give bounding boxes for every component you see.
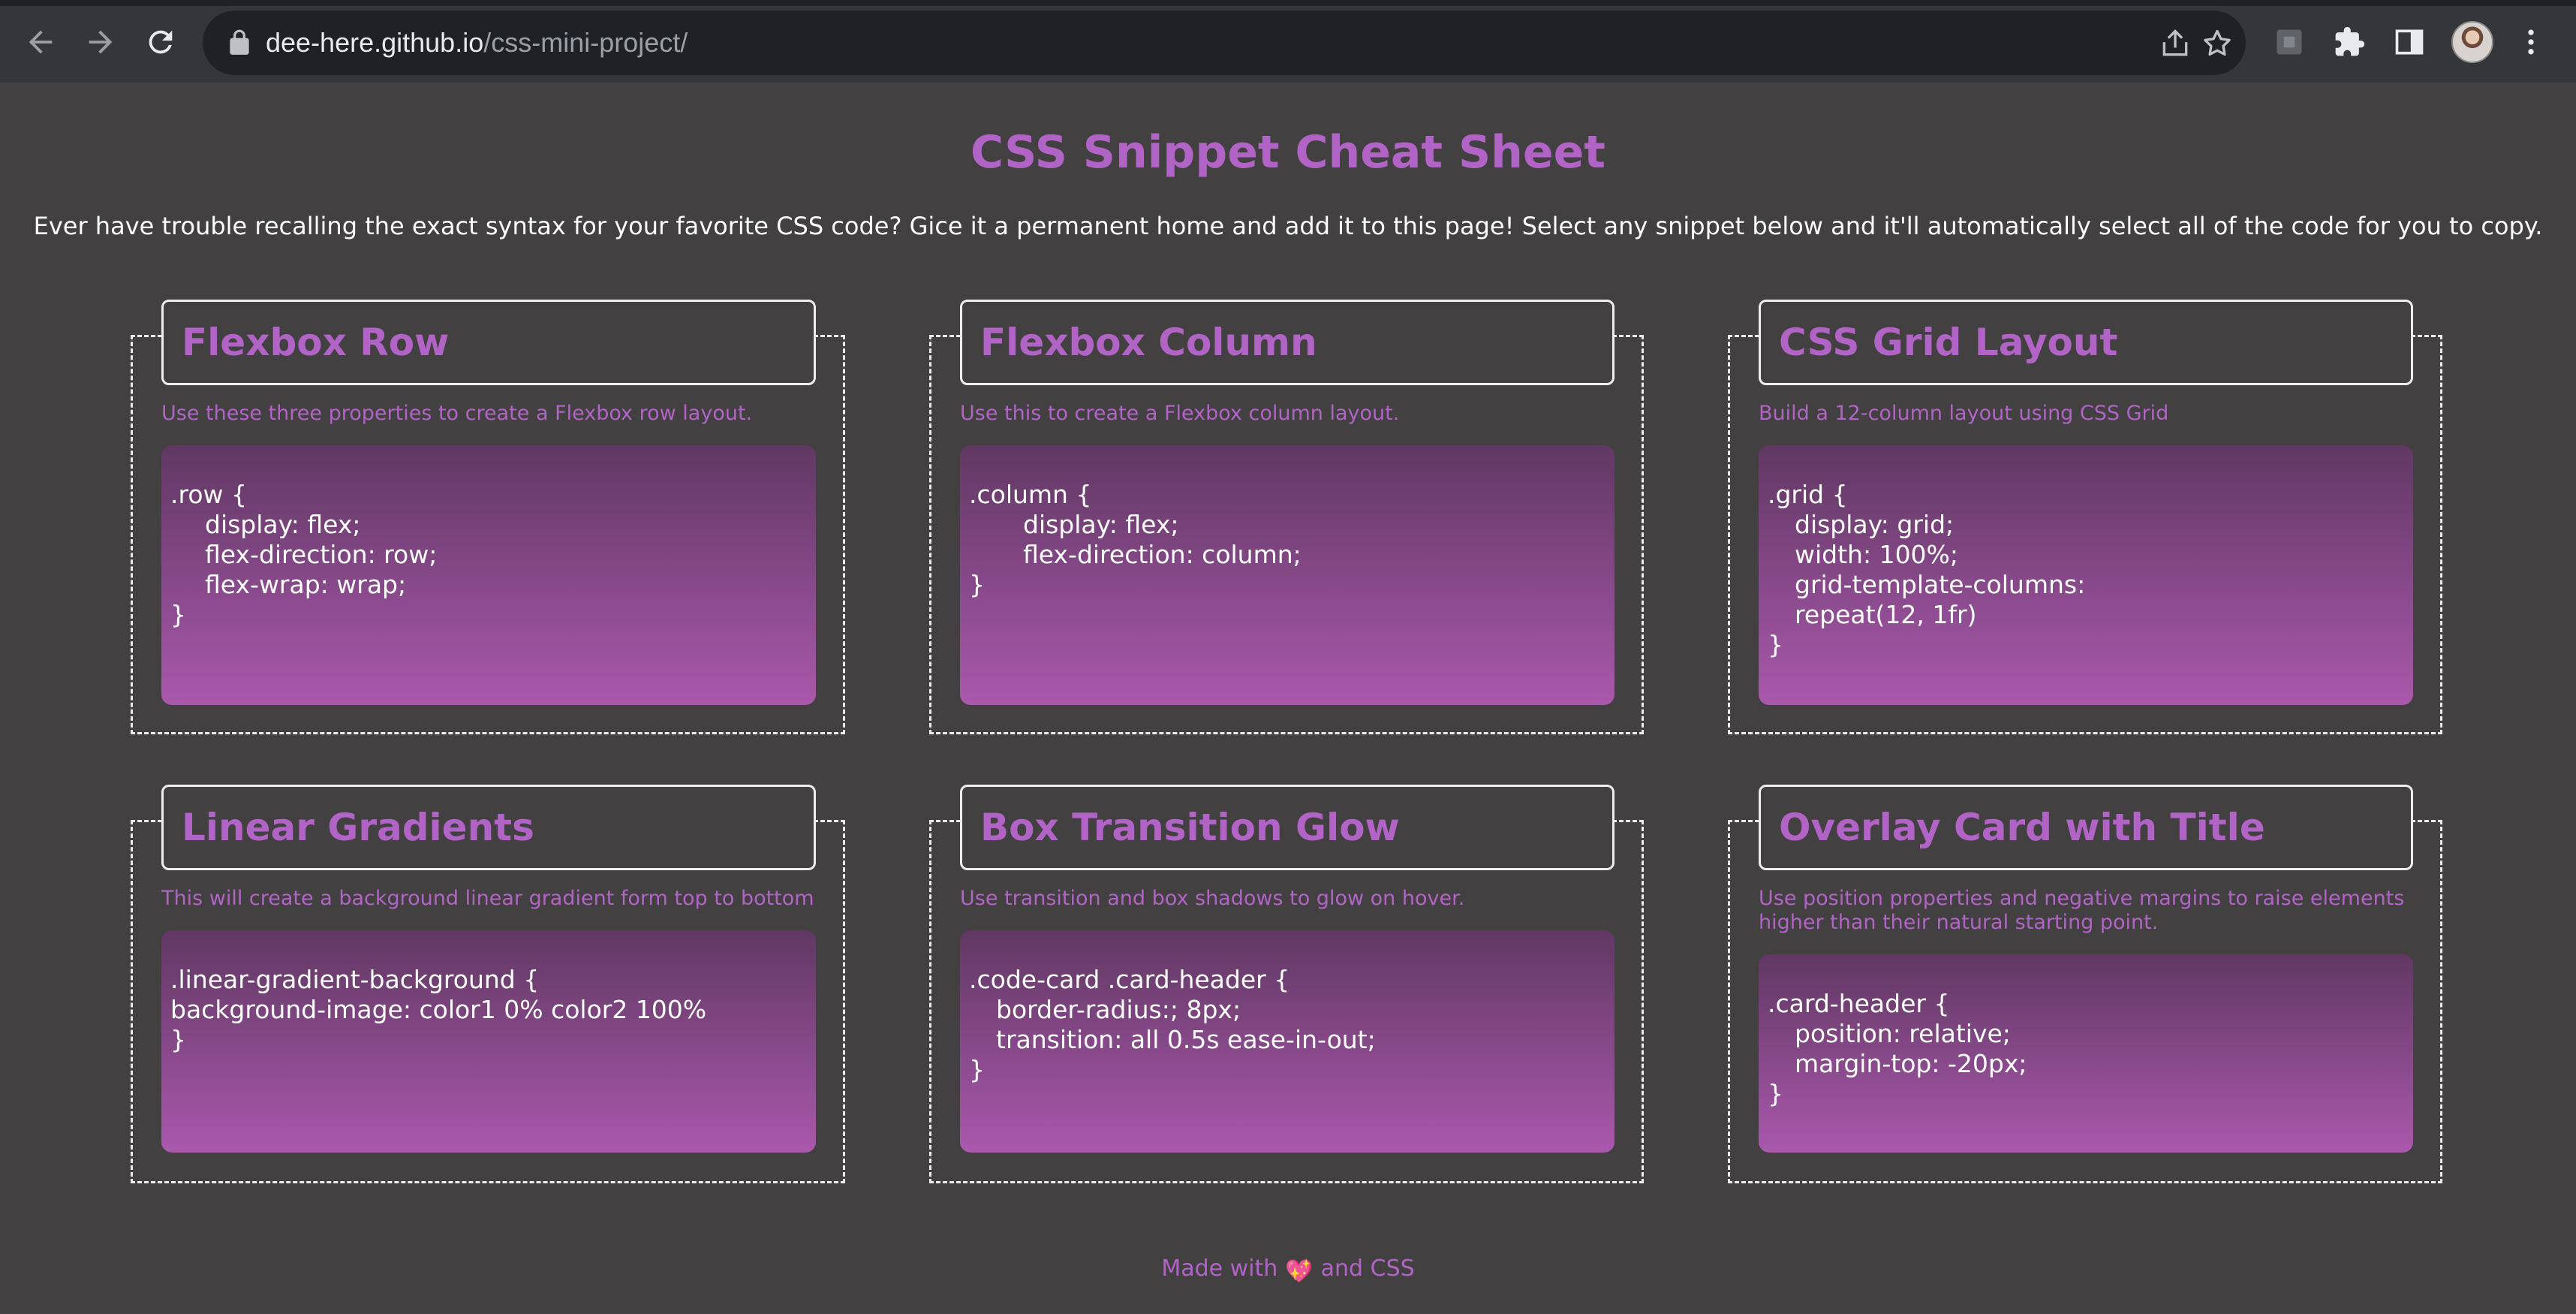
code-line: background-image: color1 0% color2 100%: [170, 995, 707, 1024]
code-line: flex-direction: column;: [1023, 540, 1302, 569]
footer-suffix: and CSS: [1320, 1255, 1415, 1282]
code-line: .grid {: [1768, 480, 1848, 509]
puzzle-icon[interactable]: [2333, 26, 2366, 59]
code-snippet[interactable]: .column { display: flex; flex-direction:…: [960, 445, 1615, 705]
code-line: grid-template-columns:: [1795, 570, 2086, 599]
code-line: }: [969, 570, 985, 599]
code-line: }: [170, 600, 186, 629]
card-box-transition-glow: Box Transition Glow Use transition and b…: [929, 785, 1644, 1183]
code-line: }: [969, 1055, 985, 1084]
card-header: CSS Grid Layout: [1759, 300, 2413, 385]
intro-text: Ever have trouble recalling the exact sy…: [33, 212, 2543, 240]
code-line: .column {: [969, 480, 1092, 509]
card-title: CSS Grid Layout: [1779, 321, 2118, 364]
code-line: flex-wrap: wrap;: [205, 570, 407, 599]
card-description: Use transition and box shadows to glow o…: [960, 887, 1465, 910]
code-snippet[interactable]: .grid { display: grid; width: 100%; grid…: [1759, 445, 2413, 705]
card-title: Box Transition Glow: [980, 806, 1400, 849]
heart-icon: 💖: [1285, 1258, 1314, 1285]
card-title: Overlay Card with Title: [1779, 806, 2265, 849]
lock-icon[interactable]: [225, 29, 254, 57]
card-css-grid-layout: CSS Grid Layout Build a 12-column layout…: [1728, 300, 2442, 734]
code-line: .linear-gradient-background {: [170, 965, 540, 994]
more-vert-icon[interactable]: [2514, 26, 2547, 59]
card-flexbox-column: Flexbox Column Use this to create a Flex…: [929, 300, 1644, 734]
code-line: transition: all 0.5s ease-in-out;: [996, 1025, 1376, 1054]
browser-toolbar: dee-here.github.io/css-mini-project/: [0, 0, 2576, 83]
card-description: This will create a background linear gra…: [161, 887, 814, 910]
card-flexbox-row: Flexbox Row Use these three properties t…: [131, 300, 845, 734]
code-line: margin-top: -20px;: [1795, 1049, 2027, 1078]
back-button[interactable]: [18, 20, 63, 65]
card-header: Linear Gradients: [161, 785, 816, 870]
url-host: dee-here.github.io: [266, 27, 484, 58]
address-bar[interactable]: dee-here.github.io/css-mini-project/: [203, 11, 2246, 75]
tab-strip-edge: [0, 0, 2576, 6]
star-icon[interactable]: [2201, 27, 2234, 60]
card-description: Build a 12-column layout using CSS Grid: [1759, 402, 2169, 425]
code-line: }: [1768, 630, 1783, 659]
code-line: repeat(12, 1fr): [1795, 600, 1977, 629]
card-description: Use position properties and negative mar…: [1759, 887, 2405, 934]
card-overlay-card-with-title: Overlay Card with Title Use position pro…: [1728, 785, 2442, 1183]
code-line: .code-card .card-header {: [969, 965, 1290, 994]
share-icon[interactable]: [2159, 27, 2192, 60]
sidebar-icon[interactable]: [2393, 26, 2426, 59]
page-title: CSS Snippet Cheat Sheet: [971, 126, 1605, 179]
code-snippet[interactable]: .card-header { position: relative; margi…: [1759, 954, 2413, 1153]
card-description: Use this to create a Flexbox column layo…: [960, 402, 1400, 425]
card-header: Overlay Card with Title: [1759, 785, 2413, 870]
reload-icon: [149, 30, 173, 54]
card-header: Flexbox Column: [960, 300, 1615, 385]
code-line: .row {: [170, 480, 247, 509]
code-line: position: relative;: [1795, 1019, 2011, 1048]
forward-arrow-icon: [89, 30, 113, 54]
code-line: display: flex;: [205, 510, 361, 539]
reload-button[interactable]: [138, 20, 183, 65]
footer-prefix: Made with: [1161, 1255, 1278, 1282]
code-line: border-radius:; 8px;: [996, 995, 1241, 1024]
card-title: Linear Gradients: [182, 806, 534, 849]
card-title: Flexbox Row: [182, 321, 450, 364]
card-header: Box Transition Glow: [960, 785, 1615, 870]
url-text[interactable]: dee-here.github.io/css-mini-project/: [266, 11, 688, 75]
code-line: display: grid;: [1795, 510, 1955, 539]
card-description: Use these three properties to create a F…: [161, 402, 753, 425]
code-snippet[interactable]: .row { display: flex; flex-direction: ro…: [161, 445, 816, 705]
extension-box-icon[interactable]: [2273, 26, 2306, 59]
code-line: }: [1768, 1079, 1783, 1108]
code-line: display: flex;: [1023, 510, 1179, 539]
code-line: flex-direction: row;: [205, 540, 438, 569]
back-arrow-icon: [29, 30, 53, 54]
url-path: /css-mini-project/: [483, 27, 688, 58]
forward-button[interactable]: [78, 20, 123, 65]
card-header: Flexbox Row: [161, 300, 816, 385]
card-title: Flexbox Column: [980, 321, 1317, 364]
code-snippet[interactable]: .linear-gradient-background { background…: [161, 930, 816, 1153]
avatar[interactable]: [2451, 21, 2493, 63]
code-line: .card-header {: [1768, 989, 1950, 1018]
code-line: width: 100%;: [1795, 540, 1959, 569]
footer: Made with 💖 and CSS: [0, 1255, 2576, 1285]
code-line: }: [170, 1025, 186, 1054]
code-snippet[interactable]: .code-card .card-header { border-radius:…: [960, 930, 1615, 1153]
card-linear-gradients: Linear Gradients This will create a back…: [131, 785, 845, 1183]
